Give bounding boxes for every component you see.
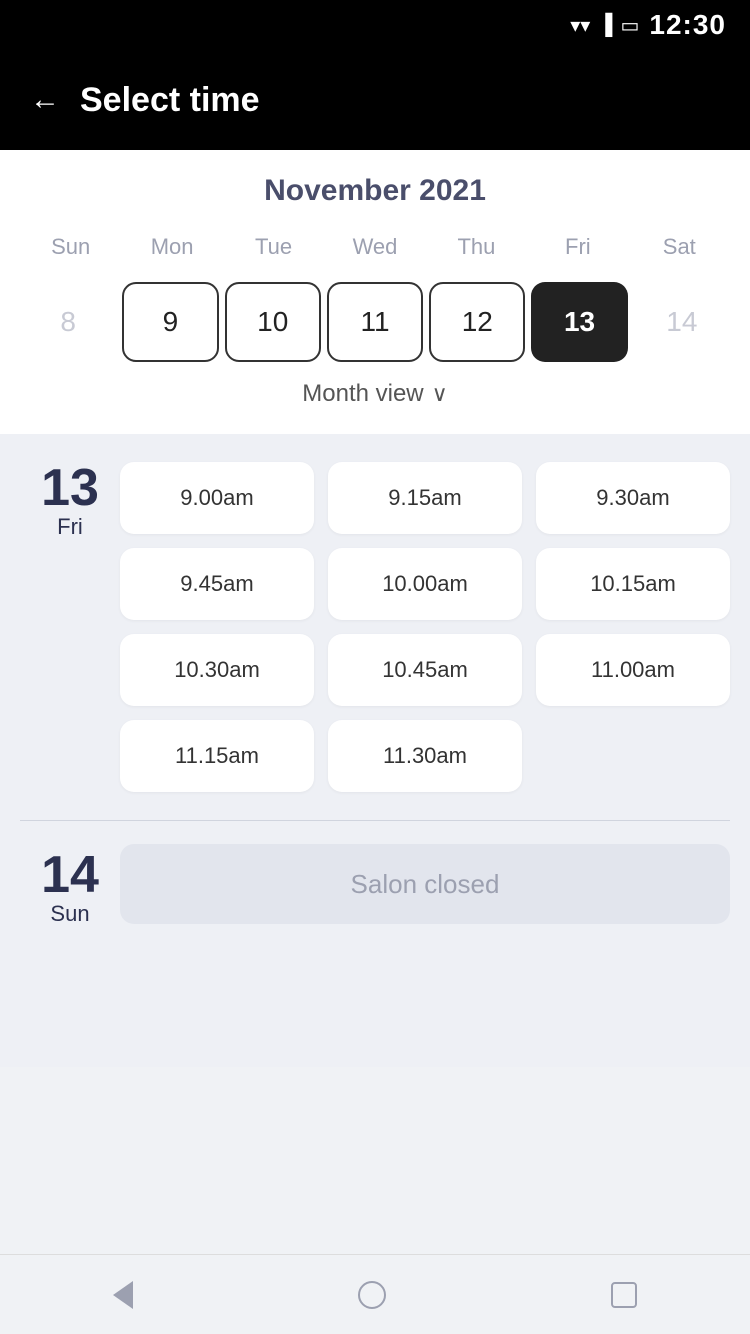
date-cell-9[interactable]: 9 bbox=[122, 282, 218, 362]
time-slot-900am[interactable]: 9.00am bbox=[120, 462, 314, 534]
day-divider bbox=[20, 820, 730, 821]
calendar-section: November 2021 Sun Mon Tue Wed Thu Fri Sa… bbox=[0, 150, 750, 434]
time-slot-1045am[interactable]: 10.45am bbox=[328, 634, 522, 706]
recents-nav-icon bbox=[611, 1282, 637, 1308]
bottom-nav bbox=[0, 1254, 750, 1334]
time-grid-13: 9.00am 9.15am 9.30am 9.45am 10.00am 10.1… bbox=[120, 454, 730, 800]
nav-back-button[interactable] bbox=[113, 1281, 133, 1309]
date-cell-12[interactable]: 12 bbox=[429, 282, 525, 362]
status-icons: ▾▾ ▐ ▭ bbox=[570, 13, 639, 38]
signal-icon: ▐ bbox=[598, 14, 612, 37]
weekday-sat: Sat bbox=[629, 228, 730, 266]
weekday-mon: Mon bbox=[121, 228, 222, 266]
week-days-row: Sun Mon Tue Wed Thu Fri Sat bbox=[20, 228, 730, 266]
status-time: 12:30 bbox=[649, 9, 726, 41]
time-slot-915am[interactable]: 9.15am bbox=[328, 462, 522, 534]
time-slot-1100am[interactable]: 11.00am bbox=[536, 634, 730, 706]
back-icon: ← bbox=[30, 83, 60, 116]
salon-closed-message: Salon closed bbox=[120, 844, 730, 924]
day-name-13: Fri bbox=[57, 514, 83, 540]
chevron-down-icon: ∨ bbox=[432, 381, 448, 407]
day-label-13: 13 Fri bbox=[20, 454, 120, 540]
time-slot-1030am[interactable]: 10.30am bbox=[120, 634, 314, 706]
time-slot-945am[interactable]: 9.45am bbox=[120, 548, 314, 620]
day-header-13: 13 Fri 9.00am 9.15am 9.30am 9.45am 10.00… bbox=[20, 454, 730, 800]
date-cell-13[interactable]: 13 bbox=[531, 282, 627, 362]
day-name-14: Sun bbox=[50, 901, 89, 927]
day-number-13: 13 bbox=[41, 462, 99, 514]
nav-recents-button[interactable] bbox=[611, 1282, 637, 1308]
closed-block-14: 14 Sun Salon closed bbox=[20, 841, 730, 927]
month-view-label: Month view bbox=[302, 380, 423, 408]
header: ← Select time bbox=[0, 50, 750, 150]
back-button[interactable]: ← bbox=[30, 85, 60, 115]
date-cell-10[interactable]: 10 bbox=[225, 282, 321, 362]
day-block-14: 14 Sun Salon closed bbox=[20, 841, 730, 927]
date-row: 8 9 10 11 12 13 14 bbox=[20, 276, 730, 368]
date-cell-8[interactable]: 8 bbox=[20, 282, 116, 362]
back-nav-icon bbox=[113, 1281, 133, 1309]
weekday-thu: Thu bbox=[426, 228, 527, 266]
date-cell-11[interactable]: 11 bbox=[327, 282, 423, 362]
month-year-label: November 2021 bbox=[20, 174, 730, 208]
time-slot-1015am[interactable]: 10.15am bbox=[536, 548, 730, 620]
weekday-fri: Fri bbox=[527, 228, 628, 266]
weekday-wed: Wed bbox=[324, 228, 425, 266]
home-nav-icon bbox=[358, 1281, 386, 1309]
day-label-14: 14 Sun bbox=[20, 841, 120, 927]
time-slot-930am[interactable]: 9.30am bbox=[536, 462, 730, 534]
day-block-13: 13 Fri 9.00am 9.15am 9.30am 9.45am 10.00… bbox=[20, 454, 730, 800]
time-slot-1115am[interactable]: 11.15am bbox=[120, 720, 314, 792]
page-title: Select time bbox=[80, 81, 260, 120]
status-bar: ▾▾ ▐ ▭ 12:30 bbox=[0, 0, 750, 50]
nav-home-button[interactable] bbox=[358, 1281, 386, 1309]
battery-icon: ▭ bbox=[620, 13, 639, 38]
month-view-toggle[interactable]: Month view ∨ bbox=[20, 368, 730, 424]
slots-section: 13 Fri 9.00am 9.15am 9.30am 9.45am 10.00… bbox=[0, 434, 750, 1067]
bottom-spacer bbox=[20, 947, 730, 1047]
weekday-sun: Sun bbox=[20, 228, 121, 266]
wifi-icon: ▾▾ bbox=[570, 13, 590, 38]
day-number-14: 14 bbox=[41, 849, 99, 901]
time-slot-1000am[interactable]: 10.00am bbox=[328, 548, 522, 620]
time-slot-1130am[interactable]: 11.30am bbox=[328, 720, 522, 792]
weekday-tue: Tue bbox=[223, 228, 324, 266]
date-cell-14[interactable]: 14 bbox=[634, 282, 730, 362]
